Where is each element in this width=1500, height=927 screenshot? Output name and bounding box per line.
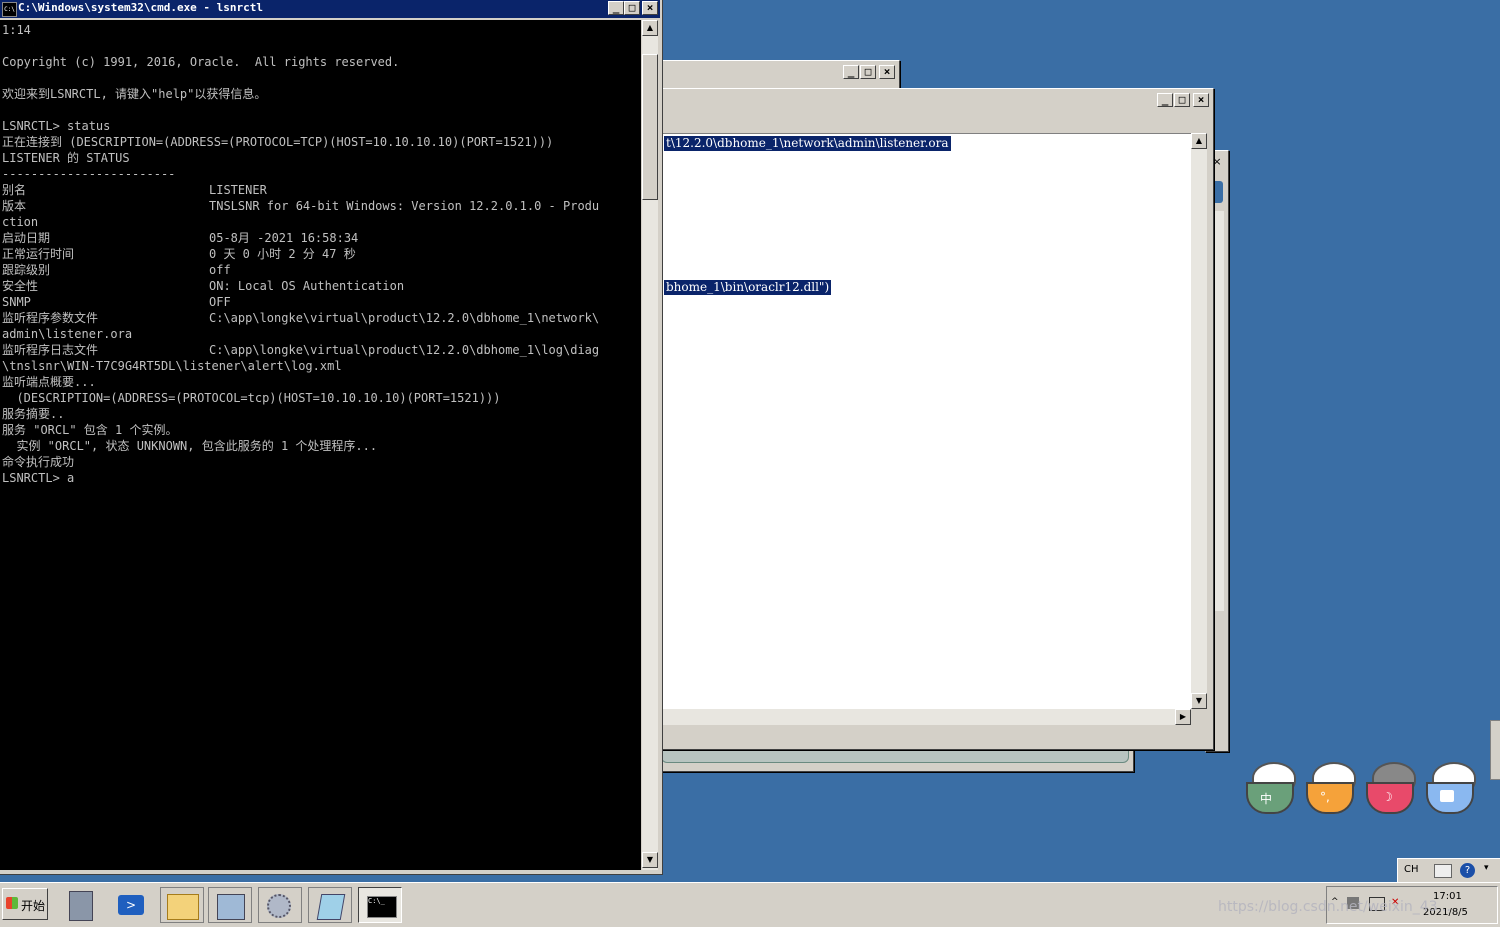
minimize-button[interactable]: _ [608, 1, 624, 15]
console-output[interactable]: 1:14 Copyright (c) 1991, 2016, Oracle. A… [0, 20, 641, 870]
window-title: C:\Windows\system32\cmd.exe - lsnrctl [18, 1, 264, 14]
console-line: 正在连接到 (DESCRIPTION=(ADDRESS=(PROTOCOL=TC… [2, 135, 554, 149]
status-label: 安全性 [2, 279, 39, 293]
console-line: ------------------------ [2, 167, 176, 181]
scroll-down-arrow[interactable]: ▼ [1191, 693, 1207, 709]
cup-glyph: ☽ [1382, 790, 1393, 804]
taskbar-settings[interactable] [258, 887, 302, 923]
status-value: off [209, 263, 231, 277]
taskbar-network[interactable] [208, 887, 252, 923]
settings-icon [267, 894, 291, 918]
editor-window[interactable]: _ □ × t\12.2.0\dbhome_1\network\admin\li… [620, 88, 1214, 750]
status-label: \tnslsnr\WIN-T7C9G4RT5DL\listener\alert\… [2, 359, 342, 373]
console-line: 欢迎来到LSNRCTL, 请键入"help"以获得信息。 [2, 87, 267, 101]
help-icon[interactable]: ? [1460, 863, 1475, 878]
taskbar-powershell[interactable]: > [110, 887, 154, 923]
network-icon [217, 894, 245, 920]
status-label: 启动日期 [2, 231, 51, 245]
status-label: 跟踪级别 [2, 263, 51, 277]
status-value: TNSLSNR for 64-bit Windows: Version 12.2… [209, 199, 600, 213]
status-label: 别名 [2, 183, 27, 197]
editor-vertical-scrollbar[interactable]: ▲ ▼ [1191, 133, 1207, 709]
command-prompt[interactable]: LSNRCTL> a [2, 470, 74, 486]
taskbar-cmd[interactable]: C:\_ [358, 887, 402, 923]
selected-text-line[interactable]: bhome_1\bin\oraclr12.dll") [664, 280, 832, 295]
cmd-icon: C:\_ [367, 896, 397, 918]
status-label: admin\listener.ora [2, 327, 133, 341]
cmd-vertical-scrollbar[interactable]: ▲ ▼ [642, 20, 658, 870]
start-label: 开始 [21, 899, 46, 913]
ime-cup-shirt[interactable] [1424, 760, 1480, 814]
console-line: 命令执行成功 [2, 455, 75, 469]
shirt-icon [1440, 790, 1454, 802]
status-value: 05-8月 -2021 16:58:34 [209, 231, 359, 245]
close-button[interactable]: × [1193, 93, 1209, 107]
scroll-up-arrow[interactable]: ▲ [642, 20, 658, 36]
notepad-icon [316, 894, 346, 920]
console-line: 服务 "ORCL" 包含 1 个实例。 [2, 423, 178, 437]
status-label: 监听程序日志文件 [2, 343, 99, 357]
taskbar: 开始 > C:\_ ^ ✕ 17:01 2021/8/5 https://blo… [0, 882, 1500, 927]
console-line: Copyright (c) 1991, 2016, Oracle. All ri… [2, 55, 400, 69]
taskbar-notepad[interactable] [308, 887, 352, 923]
watermark-text: https://blog.csdn.net/weixin_43... [1218, 899, 1451, 915]
console-line: 服务摘要.. [2, 407, 65, 421]
status-value: ON: Local OS Authentication [209, 279, 405, 293]
scroll-down-arrow[interactable]: ▼ [642, 852, 658, 868]
close-button[interactable]: × [879, 65, 895, 79]
status-value: OFF [209, 295, 231, 309]
status-label: 监听程序参数文件 [2, 311, 99, 325]
cmd-window[interactable]: C:\ C:\Windows\system32\cmd.exe - lsnrct… [0, 0, 663, 875]
status-label: SNMP [2, 295, 31, 309]
cup-glyph: °, [1320, 790, 1330, 804]
maximize-button[interactable]: □ [1174, 93, 1190, 107]
editor-horizontal-scrollbar[interactable]: ▶ [623, 709, 1191, 725]
ime-cup-punctuation[interactable]: °, [1304, 760, 1360, 814]
options-arrow-icon[interactable]: ▾ [1484, 863, 1489, 873]
console-line: LSNRCTL> status [2, 119, 111, 133]
keyboard-icon[interactable] [1434, 864, 1452, 878]
maximize-button[interactable]: □ [860, 65, 876, 79]
scroll-right-arrow[interactable]: ▶ [1175, 709, 1191, 725]
selected-text-line[interactable]: t\12.2.0\dbhome_1\network\admin\listener… [664, 136, 951, 151]
console-line: 1:14 [2, 23, 31, 37]
status-value: 0 天 0 小时 2 分 47 秒 [209, 247, 356, 261]
scroll-thumb[interactable] [642, 54, 658, 200]
explorer-icon [167, 894, 199, 920]
lang-indicator[interactable]: CH [1404, 864, 1419, 875]
desktop-scroll-tab[interactable] [1490, 720, 1500, 780]
status-value: C:\app\longke\virtual\product\12.2.0\dbh… [209, 343, 600, 357]
status-value: LISTENER [209, 183, 267, 197]
close-button[interactable]: × [642, 1, 658, 15]
console-line: (DESCRIPTION=(ADDRESS=(PROTOCOL=tcp)(HOS… [2, 391, 501, 405]
scroll-up-arrow[interactable]: ▲ [1191, 133, 1207, 149]
status-label: ction [2, 215, 39, 229]
ime-cup-moon[interactable]: ☽ [1364, 760, 1420, 814]
language-bar[interactable]: CH ? ▾ [1397, 858, 1500, 882]
console-line: 实例 "ORCL", 状态 UNKNOWN, 包含此服务的 1 个处理程序... [2, 439, 378, 453]
minimize-button[interactable]: _ [843, 65, 859, 79]
size-grip[interactable] [1191, 709, 1207, 725]
windows-logo-icon [6, 897, 18, 909]
console-line: LISTENER 的 STATUS [2, 151, 130, 165]
cup-glyph: 中 [1260, 792, 1273, 806]
server-manager-icon [69, 891, 93, 921]
status-label: 版本 [2, 199, 27, 213]
restore-button[interactable]: □ [624, 1, 640, 15]
console-line: 监听端点概要... [2, 375, 96, 389]
status-value: C:\app\longke\virtual\product\12.2.0\dbh… [209, 311, 600, 325]
menu-bar [623, 111, 1209, 131]
ime-cup-zhong[interactable]: 中 [1244, 760, 1300, 814]
cmd-icon: C:\ [2, 2, 17, 17]
cmd-titlebar[interactable]: C:\ C:\Windows\system32\cmd.exe - lsnrct… [0, 0, 660, 18]
taskbar-server-manager[interactable] [60, 887, 104, 923]
editor-text-area[interactable]: t\12.2.0\dbhome_1\network\admin\listener… [623, 133, 1192, 710]
powershell-icon: > [118, 895, 144, 915]
start-button[interactable]: 开始 [2, 888, 48, 920]
cup-body [1306, 782, 1354, 814]
minimize-button[interactable]: _ [1157, 93, 1173, 107]
status-label: 正常运行时间 [2, 247, 75, 261]
taskbar-explorer[interactable] [160, 887, 204, 923]
